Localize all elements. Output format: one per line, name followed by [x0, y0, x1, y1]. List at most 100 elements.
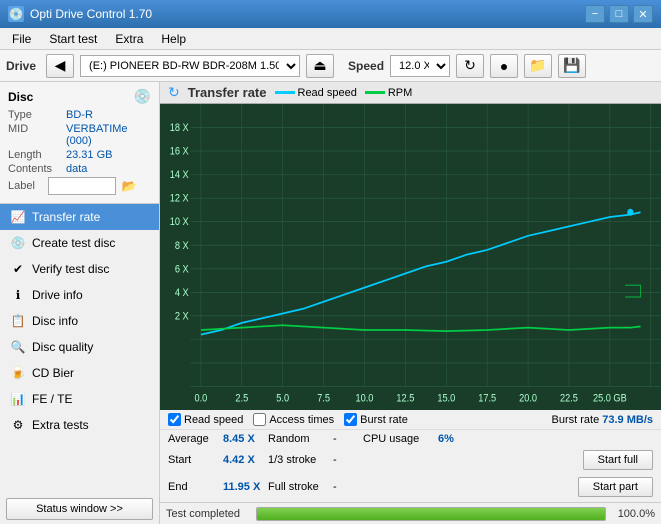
start-full-button[interactable]: Start full	[583, 450, 653, 470]
legend-rpm: RPM	[365, 87, 412, 99]
chart-refresh-icon: ↻	[168, 84, 180, 101]
burst-rate-number: 73.9 MB/s	[602, 414, 653, 426]
close-button[interactable]: ✕	[633, 5, 653, 23]
svg-text:0.0: 0.0	[195, 393, 208, 405]
nav-disc-info-label: Disc info	[32, 314, 78, 328]
svg-text:5.0: 5.0	[276, 393, 289, 405]
nav-extra-tests[interactable]: ⚙ Extra tests	[0, 412, 159, 438]
drive-prev-button[interactable]: ◀	[46, 54, 74, 78]
app-icon: 💿	[8, 6, 24, 22]
menu-help[interactable]: Help	[153, 30, 194, 48]
disc-mid-field: MID VERBATIMe (000)	[8, 123, 151, 147]
disc-mid-label: MID	[8, 123, 66, 147]
disc-contents-field: Contents data	[8, 163, 151, 175]
checkbox-read-speed-label: Read speed	[184, 414, 243, 426]
random-value: -	[333, 433, 363, 445]
nav-verify-test-disc-label: Verify test disc	[32, 262, 109, 276]
svg-text:18 X: 18 X	[170, 123, 189, 135]
checkbox-burst-rate-input[interactable]	[344, 413, 357, 426]
start-value: 4.42 X	[223, 454, 268, 466]
svg-text:20.0: 20.0	[519, 393, 537, 405]
svg-text:2 X: 2 X	[175, 311, 189, 323]
minimize-button[interactable]: −	[585, 5, 605, 23]
fe-te-icon: 📊	[10, 391, 26, 407]
svg-text:6 X: 6 X	[175, 264, 189, 276]
speed-select[interactable]: 12.0 X ↓	[390, 55, 450, 77]
status-text: Test completed	[166, 508, 240, 520]
drive-toolbar: Drive ◀ (E:) PIONEER BD-RW BDR-208M 1.50…	[0, 50, 661, 82]
end-value: 11.95 X	[223, 481, 268, 493]
nav-disc-quality[interactable]: 🔍 Disc quality	[0, 334, 159, 360]
legend-rpm-color	[365, 91, 385, 94]
progress-bar-fill	[257, 508, 605, 520]
drive-select[interactable]: (E:) PIONEER BD-RW BDR-208M 1.50	[80, 55, 300, 77]
chart-title: Transfer rate	[188, 85, 267, 100]
chart-header: ↻ Transfer rate Read speed RPM	[160, 82, 661, 104]
checkbox-read-speed-input[interactable]	[168, 413, 181, 426]
nav-transfer-rate[interactable]: 📈 Transfer rate	[0, 204, 159, 230]
svg-text:10 X: 10 X	[170, 217, 189, 229]
disc-info-icon: 📋	[10, 313, 26, 329]
disc-type-label: Type	[8, 109, 66, 121]
nav-items: 📈 Transfer rate 💿 Create test disc ✔ Ver…	[0, 204, 159, 494]
status-window-button[interactable]: Status window >>	[6, 498, 153, 520]
folder-icon[interactable]: 📂	[120, 177, 138, 195]
stroke13-label: 1/3 stroke	[268, 454, 333, 466]
cd-bier-icon: 🍺	[10, 365, 26, 381]
svg-text:25.0 GB: 25.0 GB	[593, 393, 627, 405]
progress-percentage: 100.0%	[618, 508, 655, 520]
full-stroke-value: -	[333, 481, 578, 493]
svg-text:2.5: 2.5	[235, 393, 248, 405]
nav-fe-te-label: FE / TE	[32, 392, 72, 406]
menu-file[interactable]: File	[4, 30, 39, 48]
svg-text:4 X: 4 X	[175, 287, 189, 299]
nav-cd-bier[interactable]: 🍺 CD Bier	[0, 360, 159, 386]
nav-cd-bier-label: CD Bier	[32, 366, 74, 380]
create-test-disc-icon: 💿	[10, 235, 26, 251]
menu-extra[interactable]: Extra	[107, 30, 151, 48]
refresh-button[interactable]: ↻	[456, 54, 484, 78]
maximize-button[interactable]: □	[609, 5, 629, 23]
main-content: Disc 💿 Type BD-R MID VERBATIMe (000) Len…	[0, 82, 661, 524]
disc-label-input[interactable]	[48, 177, 116, 195]
eject-button[interactable]: ⏏	[306, 54, 334, 78]
menu-bar: File Start test Extra Help	[0, 28, 661, 50]
start-part-button[interactable]: Start part	[578, 477, 653, 497]
action-btn2[interactable]: 📁	[524, 54, 552, 78]
nav-disc-info[interactable]: 📋 Disc info	[0, 308, 159, 334]
save-button[interactable]: 💾	[558, 54, 586, 78]
stats-row-start: Start 4.42 X 1/3 stroke - Start full	[168, 448, 653, 472]
checkbox-access-times-input[interactable]	[253, 413, 266, 426]
disc-section-label: Disc	[8, 90, 33, 104]
svg-text:12 X: 12 X	[170, 193, 189, 205]
stats-row-average: Average 8.45 X Random - CPU usage 6%	[168, 433, 653, 445]
right-panel: ↻ Transfer rate Read speed RPM	[160, 82, 661, 524]
svg-text:16 X: 16 X	[170, 146, 189, 158]
avg-value: 8.45 X	[223, 433, 268, 445]
disc-label-row: Label 📂	[8, 177, 151, 195]
action-btn1[interactable]: ●	[490, 54, 518, 78]
chart-svg: 18 X 16 X 14 X 12 X 10 X 8 X 6 X 4 X 2 X…	[160, 104, 661, 410]
nav-create-test-disc[interactable]: 💿 Create test disc	[0, 230, 159, 256]
nav-transfer-rate-label: Transfer rate	[32, 210, 100, 224]
legend-rpm-label: RPM	[388, 87, 412, 99]
nav-verify-test-disc[interactable]: ✔ Verify test disc	[0, 256, 159, 282]
checkbox-access-times: Access times	[253, 413, 334, 426]
sidebar: Disc 💿 Type BD-R MID VERBATIMe (000) Len…	[0, 82, 160, 524]
checkbox-burst-rate: Burst rate	[344, 413, 408, 426]
progress-bar-container	[256, 507, 606, 521]
nav-create-test-disc-label: Create test disc	[32, 236, 115, 250]
speed-label: Speed	[348, 59, 384, 73]
avg-label: Average	[168, 433, 223, 445]
nav-fe-te[interactable]: 📊 FE / TE	[0, 386, 159, 412]
disc-icon-button[interactable]: 💿	[134, 88, 151, 105]
checkbox-read-speed: Read speed	[168, 413, 243, 426]
cpu-label: CPU usage	[363, 433, 438, 445]
disc-length-value: 23.31 GB	[66, 149, 112, 161]
chart-container: 18 X 16 X 14 X 12 X 10 X 8 X 6 X 4 X 2 X…	[160, 104, 661, 410]
nav-drive-info[interactable]: ℹ Drive info	[0, 282, 159, 308]
full-stroke-label: Full stroke	[268, 481, 333, 493]
menu-start-test[interactable]: Start test	[41, 30, 105, 48]
disc-contents-value: data	[66, 163, 87, 175]
svg-text:7.5: 7.5	[317, 393, 330, 405]
